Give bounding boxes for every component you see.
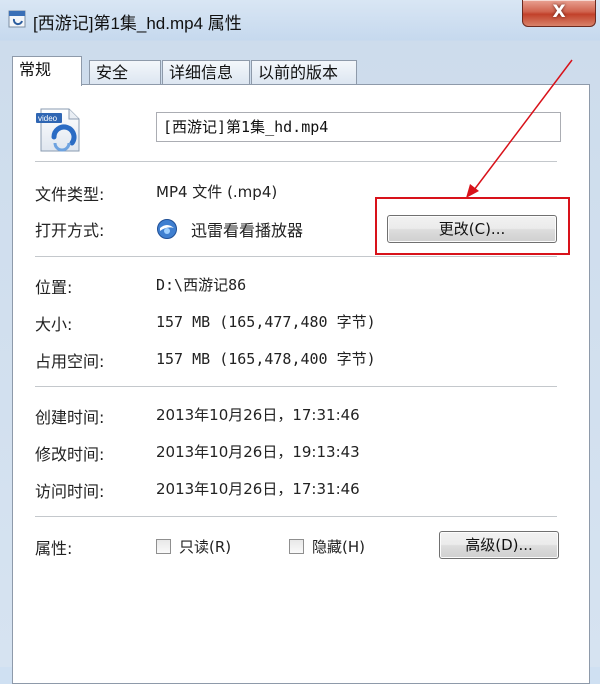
close-button[interactable]: X	[522, 0, 596, 27]
opens-with-value: 迅雷看看播放器	[191, 221, 304, 240]
divider	[35, 161, 557, 162]
title-bar[interactable]: [西游记]第1集_hd.mp4 属性 X	[0, 0, 600, 40]
created-label: 创建时间:	[35, 408, 105, 427]
file-name-field[interactable]: [西游记]第1集_hd.mp4	[156, 112, 561, 142]
video-file-icon	[8, 10, 26, 28]
hidden-checkbox[interactable]	[289, 539, 304, 554]
divider	[35, 386, 557, 387]
xunlei-player-icon	[157, 219, 177, 239]
location-value: D:\西游记86	[156, 276, 247, 294]
readonly-label[interactable]: 只读(R)	[179, 536, 231, 557]
tab-general[interactable]: 常规	[12, 56, 82, 86]
size-on-disk-label: 占用空间:	[35, 352, 105, 371]
tab-security[interactable]: 安全	[89, 60, 161, 84]
general-tab-panel: video [西游记]第1集_hd.mp4 文件类型: MP4 文件 (.mp4…	[12, 84, 590, 684]
modified-value: 2013年10月26日，19:13:43	[156, 443, 360, 461]
location-label: 位置:	[35, 278, 73, 297]
svg-text:video: video	[38, 114, 58, 123]
change-button[interactable]: 更改(C)...	[387, 215, 557, 243]
file-type-label: 文件类型:	[35, 185, 105, 204]
close-icon: X	[552, 2, 566, 22]
size-label: 大小:	[35, 315, 73, 334]
video-file-icon: video	[36, 108, 80, 152]
hidden-label[interactable]: 隐藏(H)	[312, 536, 365, 557]
advanced-button[interactable]: 高级(D)...	[439, 531, 559, 559]
tab-details[interactable]: 详细信息	[162, 60, 250, 84]
divider	[35, 516, 557, 517]
accessed-value: 2013年10月26日，17:31:46	[156, 480, 360, 498]
modified-label: 修改时间:	[35, 445, 105, 464]
window-title: [西游记]第1集_hd.mp4 属性	[33, 14, 242, 33]
size-value: 157 MB (165,477,480 字节)	[156, 313, 376, 331]
divider	[35, 256, 557, 257]
tab-previous-versions[interactable]: 以前的版本	[251, 60, 357, 84]
readonly-checkbox[interactable]	[156, 539, 171, 554]
properties-window: [西游记]第1集_hd.mp4 属性 X 常规 安全 详细信息 以前的版本 vi…	[0, 0, 600, 684]
accessed-label: 访问时间:	[35, 482, 105, 501]
file-type-value: MP4 文件 (.mp4)	[156, 183, 278, 201]
attributes-label: 属性:	[35, 539, 73, 558]
opens-with-label: 打开方式:	[35, 221, 105, 240]
created-value: 2013年10月26日，17:31:46	[156, 406, 360, 424]
size-on-disk-value: 157 MB (165,478,400 字节)	[156, 350, 376, 368]
